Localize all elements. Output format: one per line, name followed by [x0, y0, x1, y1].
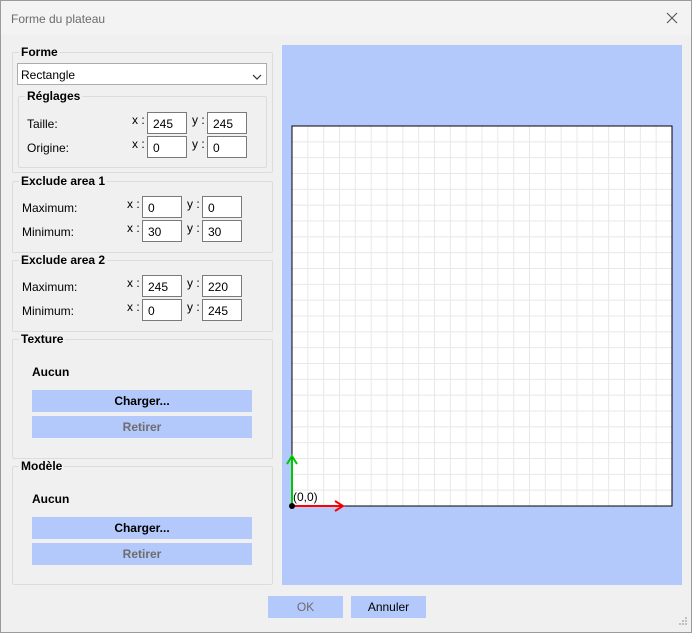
exclude2-min-y-axis-label: y : [187, 300, 200, 314]
title-bar: Forme du plateau [1, 1, 691, 35]
modele-remove-button[interactable]: Retirer [32, 543, 252, 565]
origine-y-axis-label: y : [192, 137, 205, 151]
exclude2-max-y-axis-label: y : [187, 276, 200, 290]
exclude1-max-x-axis-label: x : [127, 197, 140, 211]
origine-label: Origine: [27, 141, 70, 155]
dialog-window: Forme du plateau Forme Rectangle Réglage… [0, 0, 692, 633]
reglages-group-label: Réglages [25, 89, 83, 103]
exclude1-min-x-axis-label: x : [127, 221, 140, 235]
taille-label: Taille: [27, 117, 58, 131]
shape-select-value: Rectangle [21, 68, 76, 82]
exclude2-maximum-label: Maximum: [22, 280, 78, 294]
taille-x-axis-label: x : [132, 113, 145, 127]
texture-group-label: Texture [19, 332, 66, 346]
exclude2-min-x-axis-label: x : [127, 300, 140, 314]
close-icon[interactable] [661, 7, 683, 29]
exclude2-max-x-axis-label: x : [127, 276, 140, 290]
texture-load-button[interactable]: Charger... [32, 390, 252, 412]
modele-load-button[interactable]: Charger... [32, 517, 252, 539]
taille-x-input[interactable] [147, 112, 187, 134]
exclude2-min-x-input[interactable] [142, 299, 182, 321]
exclude1-min-x-input[interactable] [142, 220, 182, 242]
bed-preview[interactable]: (0,0) [282, 45, 682, 585]
exclude1-min-y-input[interactable] [202, 220, 242, 242]
exclude1-max-x-input[interactable] [142, 196, 182, 218]
origine-x-axis-label: x : [132, 137, 145, 151]
modele-group-label: Modèle [19, 459, 65, 473]
ok-button[interactable]: OK [268, 596, 343, 618]
exclude2-max-x-input[interactable] [142, 275, 182, 297]
window-title: Forme du plateau [11, 12, 106, 26]
texture-status: Aucun [32, 365, 70, 379]
origine-x-input[interactable] [147, 136, 187, 158]
exclude-area-1-label: Exclude area 1 [19, 174, 108, 188]
taille-y-axis-label: y : [192, 113, 205, 127]
forme-group-label: Forme [19, 45, 60, 59]
cancel-button[interactable]: Annuler [351, 596, 426, 618]
exclude2-min-y-input[interactable] [202, 299, 242, 321]
exclude1-maximum-label: Maximum: [22, 201, 78, 215]
exclude2-max-y-input[interactable] [202, 275, 242, 297]
shape-select[interactable]: Rectangle [17, 63, 267, 85]
exclude1-max-y-input[interactable] [202, 196, 242, 218]
texture-remove-button[interactable]: Retirer [32, 416, 252, 438]
taille-y-input[interactable] [207, 112, 247, 134]
exclude-area-2-label: Exclude area 2 [19, 253, 108, 267]
exclude1-min-y-axis-label: y : [187, 221, 200, 235]
resize-grip-icon[interactable] [678, 615, 688, 629]
exclude1-minimum-label: Minimum: [22, 225, 75, 239]
exclude2-minimum-label: Minimum: [22, 304, 75, 318]
exclude1-max-y-axis-label: y : [187, 197, 200, 211]
bed-preview-canvas: (0,0) [286, 125, 673, 512]
origine-y-input[interactable] [207, 136, 247, 158]
modele-status: Aucun [32, 492, 70, 506]
origin-label: (0,0) [293, 490, 318, 504]
chevron-down-icon [252, 70, 262, 84]
